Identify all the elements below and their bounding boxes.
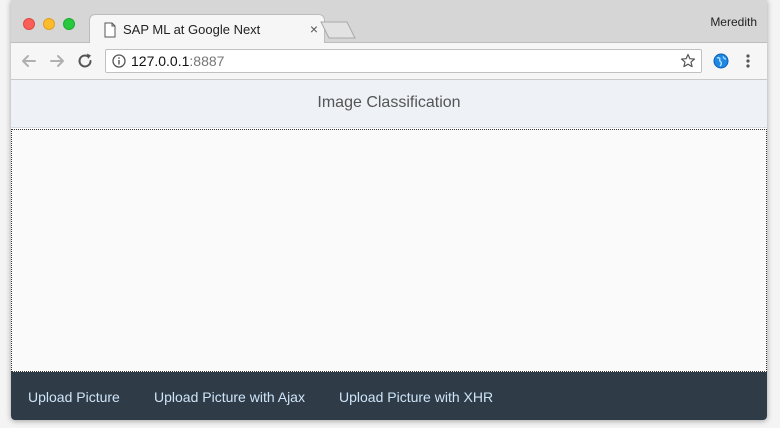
page-footer: Upload Picture Upload Picture with Ajax …: [11, 372, 767, 420]
globe-extension-icon[interactable]: [713, 53, 729, 69]
profile-name[interactable]: Meredith: [710, 15, 757, 29]
browser-tab[interactable]: SAP ML at Google Next ×: [89, 14, 325, 44]
browser-window: SAP ML at Google Next × Meredith 127.0.0…: [11, 0, 767, 420]
back-button[interactable]: [19, 51, 39, 71]
page-header: Image Classification: [11, 80, 767, 128]
page-icon: [104, 22, 116, 38]
close-window-icon[interactable]: [23, 18, 35, 30]
upload-picture-ajax-button[interactable]: Upload Picture with Ajax: [154, 389, 305, 405]
tab-close-icon[interactable]: ×: [310, 22, 318, 36]
page-title: Image Classification: [317, 94, 461, 111]
browser-toolbar: 127.0.0.1:8887: [11, 43, 767, 80]
image-content-area: [11, 129, 767, 372]
tab-strip: SAP ML at Google Next × Meredith: [11, 0, 767, 44]
upload-picture-button[interactable]: Upload Picture: [28, 389, 120, 405]
url-host: 127.0.0.1: [131, 53, 190, 69]
new-tab-button[interactable]: [320, 21, 356, 39]
maximize-window-icon[interactable]: [63, 18, 75, 30]
url-port: :8887: [189, 53, 225, 69]
minimize-window-icon[interactable]: [43, 18, 55, 30]
star-icon[interactable]: [680, 53, 696, 69]
forward-button[interactable]: [47, 51, 67, 71]
info-icon[interactable]: [112, 54, 126, 68]
more-vertical-icon[interactable]: [744, 53, 752, 69]
tab-title: SAP ML at Google Next: [123, 22, 261, 37]
reload-button[interactable]: [75, 51, 95, 71]
address-bar[interactable]: 127.0.0.1:8887: [105, 49, 702, 73]
upload-picture-xhr-button[interactable]: Upload Picture with XHR: [339, 389, 493, 405]
url-text[interactable]: 127.0.0.1:8887: [131, 53, 224, 69]
